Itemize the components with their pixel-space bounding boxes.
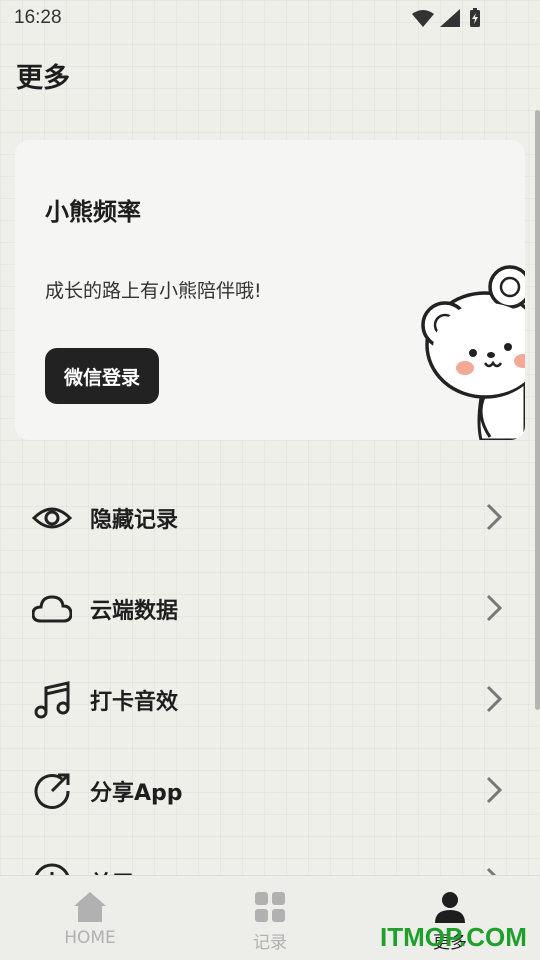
chevron-right-icon <box>486 776 503 804</box>
nav-label-home: HOME <box>64 928 116 948</box>
eye-icon <box>32 507 72 529</box>
watermark-text: ITMOP.COM <box>380 922 527 952</box>
nav-item-home[interactable]: HOME <box>30 890 150 948</box>
cloud-icon <box>32 595 72 623</box>
menu-item-checkin-sound[interactable]: 打卡音效 <box>0 664 540 734</box>
wifi-icon <box>412 10 434 27</box>
profile-card: 小熊频率 成长的路上有小熊陪伴哦! 微信登录 <box>15 140 525 440</box>
status-time: 16:28 <box>14 7 62 28</box>
menu-item-hidden-records[interactable]: 隐藏记录 <box>0 482 540 552</box>
chevron-right-icon <box>486 685 503 713</box>
menu-label: 隐藏记录 <box>90 508 179 533</box>
menu-label: 云端数据 <box>90 599 179 624</box>
grid-icon <box>255 892 285 922</box>
page-title: 更多 <box>16 63 70 94</box>
card-title: 小熊频率 <box>45 198 141 226</box>
nav-label-records: 记录 <box>253 933 287 953</box>
card-subtitle: 成长的路上有小熊陪伴哦! <box>45 280 262 302</box>
home-icon <box>74 892 106 922</box>
menu-label: 打卡音效 <box>90 690 179 715</box>
menu-item-share-app[interactable]: 分享App <box>0 755 540 825</box>
menu-label: 分享App <box>90 781 183 806</box>
music-note-icon <box>34 681 70 719</box>
menu-item-cloud-data[interactable]: 云端数据 <box>0 573 540 643</box>
person-icon <box>435 892 465 923</box>
signal-icon <box>440 9 460 27</box>
bear-mascot-illustration <box>421 265 525 440</box>
status-bar: 16:28 <box>0 0 540 36</box>
chevron-right-icon <box>486 594 503 622</box>
chevron-right-icon <box>486 503 503 531</box>
status-icons <box>410 8 500 34</box>
nav-item-records[interactable]: 记录 <box>210 890 330 953</box>
share-icon <box>34 773 70 809</box>
battery-icon <box>470 8 480 27</box>
wechat-login-button[interactable]: 微信登录 <box>45 348 159 404</box>
